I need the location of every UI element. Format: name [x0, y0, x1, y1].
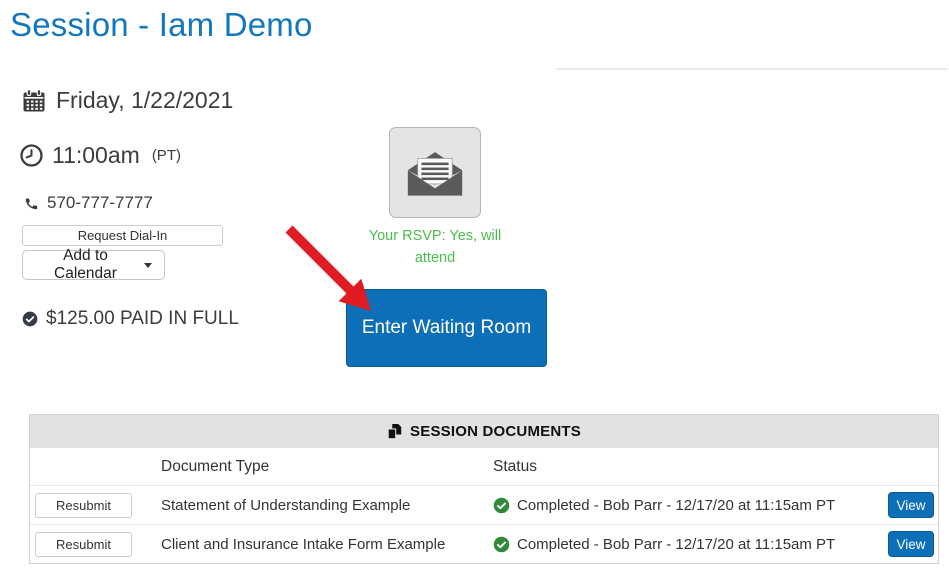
document-type-cell: Statement of Understanding Example [161, 496, 411, 514]
column-document-type: Document Type [161, 457, 270, 475]
page-title: Session - Iam Demo [10, 6, 313, 43]
completed-check-icon [493, 497, 510, 513]
table-row: Resubmit Statement of Understanding Exam… [30, 485, 938, 524]
payment-status-row: $125.00 PAID IN FULL [22, 308, 239, 330]
status-text: Completed - Bob Parr - 12/17/20 at 11:15… [517, 535, 836, 553]
paid-check-icon [22, 311, 38, 327]
open-envelope-icon [407, 151, 463, 196]
phone-icon [25, 198, 38, 209]
add-to-calendar-button[interactable]: Add to Calendar [22, 247, 165, 282]
resubmit-button[interactable]: Resubmit [35, 531, 132, 557]
status-cell: Completed - Bob Parr - 12/17/20 at 11:15… [493, 497, 874, 514]
documents-column-headers: Document Type Status [30, 448, 938, 485]
calendar-icon [23, 88, 45, 111]
session-documents-table: SESSION DOCUMENTS Document Type Status R… [29, 414, 939, 564]
view-button[interactable]: View [888, 531, 934, 557]
view-button[interactable]: View [888, 492, 934, 518]
session-phone-row: 570-777-7777 [24, 193, 153, 213]
session-date: Friday, 1/22/2021 [56, 87, 234, 113]
table-row: Resubmit Client and Insurance Intake For… [30, 524, 938, 563]
session-timezone: (PT) [151, 147, 181, 164]
session-date-row: Friday, 1/22/2021 [22, 87, 233, 114]
chevron-down-icon [144, 262, 152, 268]
rsvp-button[interactable] [389, 127, 481, 218]
clock-icon [20, 144, 43, 167]
session-time: 11:00am [52, 142, 140, 168]
payment-status: $125.00 PAID IN FULL [46, 308, 239, 329]
documents-table-title: SESSION DOCUMENTS [410, 423, 581, 440]
documents-icon [387, 424, 402, 440]
session-page: Session - Iam Demo Friday, 1/22/2021 11:… [0, 0, 949, 576]
status-cell: Completed - Bob Parr - 12/17/20 at 11:15… [493, 536, 874, 553]
enter-waiting-room-button[interactable]: Enter Waiting Room [346, 289, 547, 367]
column-status: Status [493, 457, 537, 475]
documents-table-header: SESSION DOCUMENTS [30, 415, 938, 448]
session-phone: 570-777-7777 [47, 193, 153, 212]
top-divider [556, 68, 948, 70]
session-time-row: 11:00am (PT) [20, 142, 181, 169]
status-text: Completed - Bob Parr - 12/17/20 at 11:15… [517, 496, 836, 514]
completed-check-icon [493, 536, 510, 552]
document-type-cell: Client and Insurance Intake Form Example [161, 535, 446, 553]
rsvp-status-text: Your RSVP: Yes, will attend [368, 228, 502, 266]
resubmit-button[interactable]: Resubmit [35, 492, 132, 518]
request-dial-in-button[interactable]: Request Dial-In [22, 225, 223, 246]
add-to-calendar-label: Add to Calendar [54, 247, 117, 282]
